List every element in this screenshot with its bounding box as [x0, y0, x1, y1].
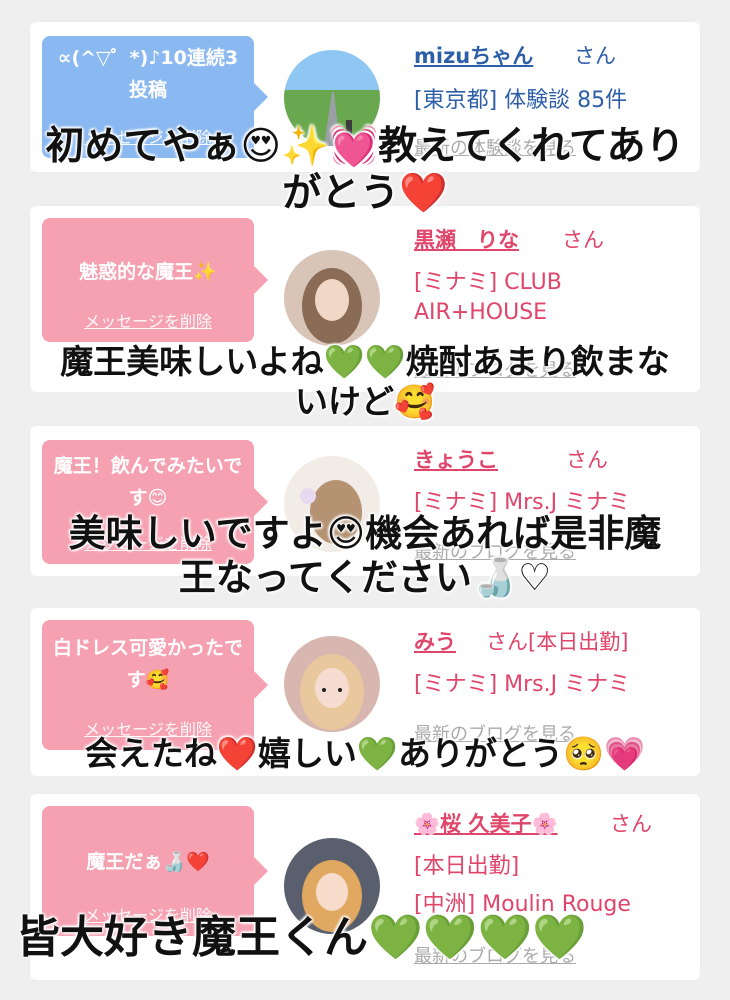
honorific: さん [610, 812, 652, 836]
overlay-line: 皆大好き魔王くん💚💚💚💚 [16, 912, 588, 963]
user-info: [東京都] 体験談 85件 [414, 88, 628, 113]
user-info: [ミナミ] Mrs.J ミナミ [414, 672, 631, 697]
overlay-caption: 会えたね❤️嬉しい💚ありがとう🥺💗 [0, 734, 730, 774]
honorific: さん [486, 630, 528, 654]
honorific: さん [566, 448, 608, 472]
overlay-line: いけど🥰 [294, 381, 436, 421]
overlay-caption: 美味しいですよ😍機会あれば是非魔 王なってください🍶♡ [0, 512, 730, 601]
user-name-link[interactable]: きょうこ [414, 444, 498, 474]
avatar[interactable] [284, 636, 380, 732]
profile-photo [284, 250, 380, 346]
status-badge: [本日出勤] [528, 630, 629, 654]
overlay-caption: 皆大好き魔王くん💚💚💚💚 [0, 912, 730, 965]
user-name-link[interactable]: mizuちゃん [414, 40, 533, 70]
user-name-link[interactable]: 黒瀬 りな [414, 224, 519, 254]
user-name-link[interactable]: 🌸桜 久美子🌸 [414, 808, 558, 838]
honorific: さん [562, 228, 604, 252]
user-info: [ミナミ] CLUB [414, 270, 562, 295]
overlay-line: 初めてやぁ😍✨💓教えてくれてあり [45, 124, 685, 169]
overlay-caption: 魔王美味しいよね💚💚焼酎あまり飲まな いけど🥰 [0, 342, 730, 421]
message-text: 魅惑的な魔王✨ [79, 261, 217, 283]
profile-photo [284, 636, 380, 732]
message-text: 魔王だぁ🍶❤️ [86, 851, 210, 873]
overlay-line: 王なってください🍶♡ [178, 556, 552, 600]
message-bubble: 白ドレス可愛かったです🥰 メッセージを削除 [42, 620, 268, 750]
message-text: 魔王！飲んでみたいです😊 [53, 455, 243, 509]
honorific: さん [574, 44, 616, 68]
avatar[interactable] [284, 250, 380, 346]
overlay-line: 会えたね❤️嬉しい💚ありがとう🥺💗 [84, 734, 646, 773]
user-name-link[interactable]: みう [414, 626, 456, 656]
overlay-line: 美味しいですよ😍機会あれば是非魔 [68, 512, 662, 555]
message-bubble: 魅惑的な魔王✨ メッセージを削除 [42, 218, 268, 342]
message-text: ∝(^▽゜*)♪10連続3投稿 [57, 47, 239, 101]
overlay-line: 魔王美味しいよね💚💚焼酎あまり飲まな [60, 342, 670, 381]
user-info: [本日出勤] [414, 854, 520, 879]
overlay-line: がとう❤️ [282, 170, 448, 216]
delete-message-link[interactable]: メッセージを削除 [42, 308, 254, 332]
overlay-caption: 初めてやぁ😍✨💓教えてくれてあり がとう❤️ [0, 124, 730, 218]
message-text: 白ドレス可愛かったです🥰 [52, 637, 243, 691]
user-info: AIR+HOUSE [414, 300, 548, 325]
